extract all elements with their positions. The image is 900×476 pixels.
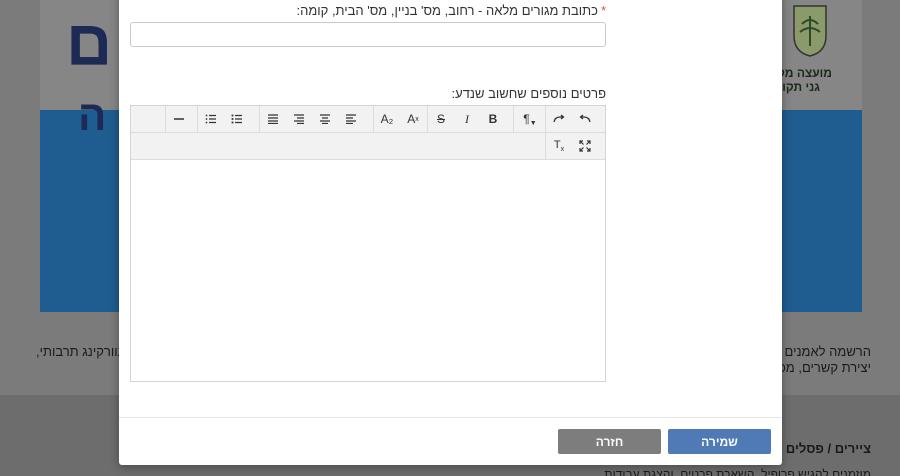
background-paragraph-left-1: נוורקינג תרבותי, [36, 344, 123, 359]
text-style-group: S I B [427, 106, 506, 132]
paragraph-group: ¶ ▼ [513, 106, 546, 132]
bullet-list-icon[interactable] [224, 106, 250, 132]
profile-modal: *כתובת מגורים מלאה - רחוב, מס' בניין, מס… [119, 0, 782, 465]
background-bottom-text: מוזמנים להגיש פרופיל, השארת פרטים, והצגת… [604, 467, 871, 476]
address-input[interactable] [130, 22, 606, 47]
modal-footer-divider [119, 417, 782, 418]
redo-icon[interactable] [546, 106, 572, 132]
rich-text-editor: ¶ ▼ S I B A₂ Ax Tx [130, 105, 606, 382]
paragraph-format-button[interactable]: ¶ ▼ [514, 106, 546, 132]
editor-toolbar-row-1: ¶ ▼ S I B A₂ Ax [131, 106, 605, 133]
background-paragraph-right-2: יצירת קשרים, מכ [778, 360, 871, 375]
details-field-label: פרטים נוספים שחשוב שנדע: [451, 86, 606, 101]
background-banner-heading: ם [66, 7, 113, 79]
council-logo-icon [793, 5, 827, 57]
numbered-list-icon[interactable] [198, 106, 224, 132]
save-button[interactable]: שמירה [668, 429, 771, 454]
undo-icon[interactable] [572, 106, 598, 132]
editor-toolbar-row-2: Tx [131, 133, 605, 160]
tools-group: Tx [545, 133, 598, 159]
history-group [545, 106, 598, 132]
address-label-text: כתובת מגורים מלאה - רחוב, מס' בניין, מס'… [296, 3, 598, 18]
align-center-icon[interactable] [312, 106, 338, 132]
justify-icon[interactable] [260, 106, 286, 132]
align-right-icon[interactable] [286, 106, 312, 132]
required-asterisk: * [600, 3, 606, 18]
script-group: A₂ Ax [373, 106, 426, 132]
clear-format-icon[interactable]: Tx [546, 133, 572, 159]
insert-group [165, 106, 192, 132]
superscript-button[interactable]: Ax [400, 106, 426, 132]
background-category-text: ציירים / פסלים / צ [767, 441, 871, 456]
align-left-icon[interactable] [338, 106, 364, 132]
subscript-button[interactable]: A₂ [374, 106, 400, 132]
list-group [197, 106, 250, 132]
alignment-group [259, 106, 364, 132]
background-banner-subheading: ה [78, 92, 107, 139]
italic-button[interactable]: I [454, 106, 480, 132]
horizontal-rule-icon[interactable] [166, 106, 192, 132]
background-paragraph-right-1: הרשמה לאמנים ב [773, 344, 871, 359]
background-logo-title: מועצה מקו [773, 66, 832, 80]
fullscreen-icon[interactable] [572, 133, 598, 159]
strikethrough-button[interactable]: S [428, 106, 454, 132]
bold-button[interactable]: B [480, 106, 506, 132]
editor-content-area[interactable] [131, 160, 605, 381]
address-field-label: *כתובת מגורים מלאה - רחוב, מס' בניין, מס… [297, 3, 607, 18]
back-button[interactable]: חזרה [558, 429, 661, 454]
background-logo-subtitle: גני תקוו [778, 80, 820, 94]
